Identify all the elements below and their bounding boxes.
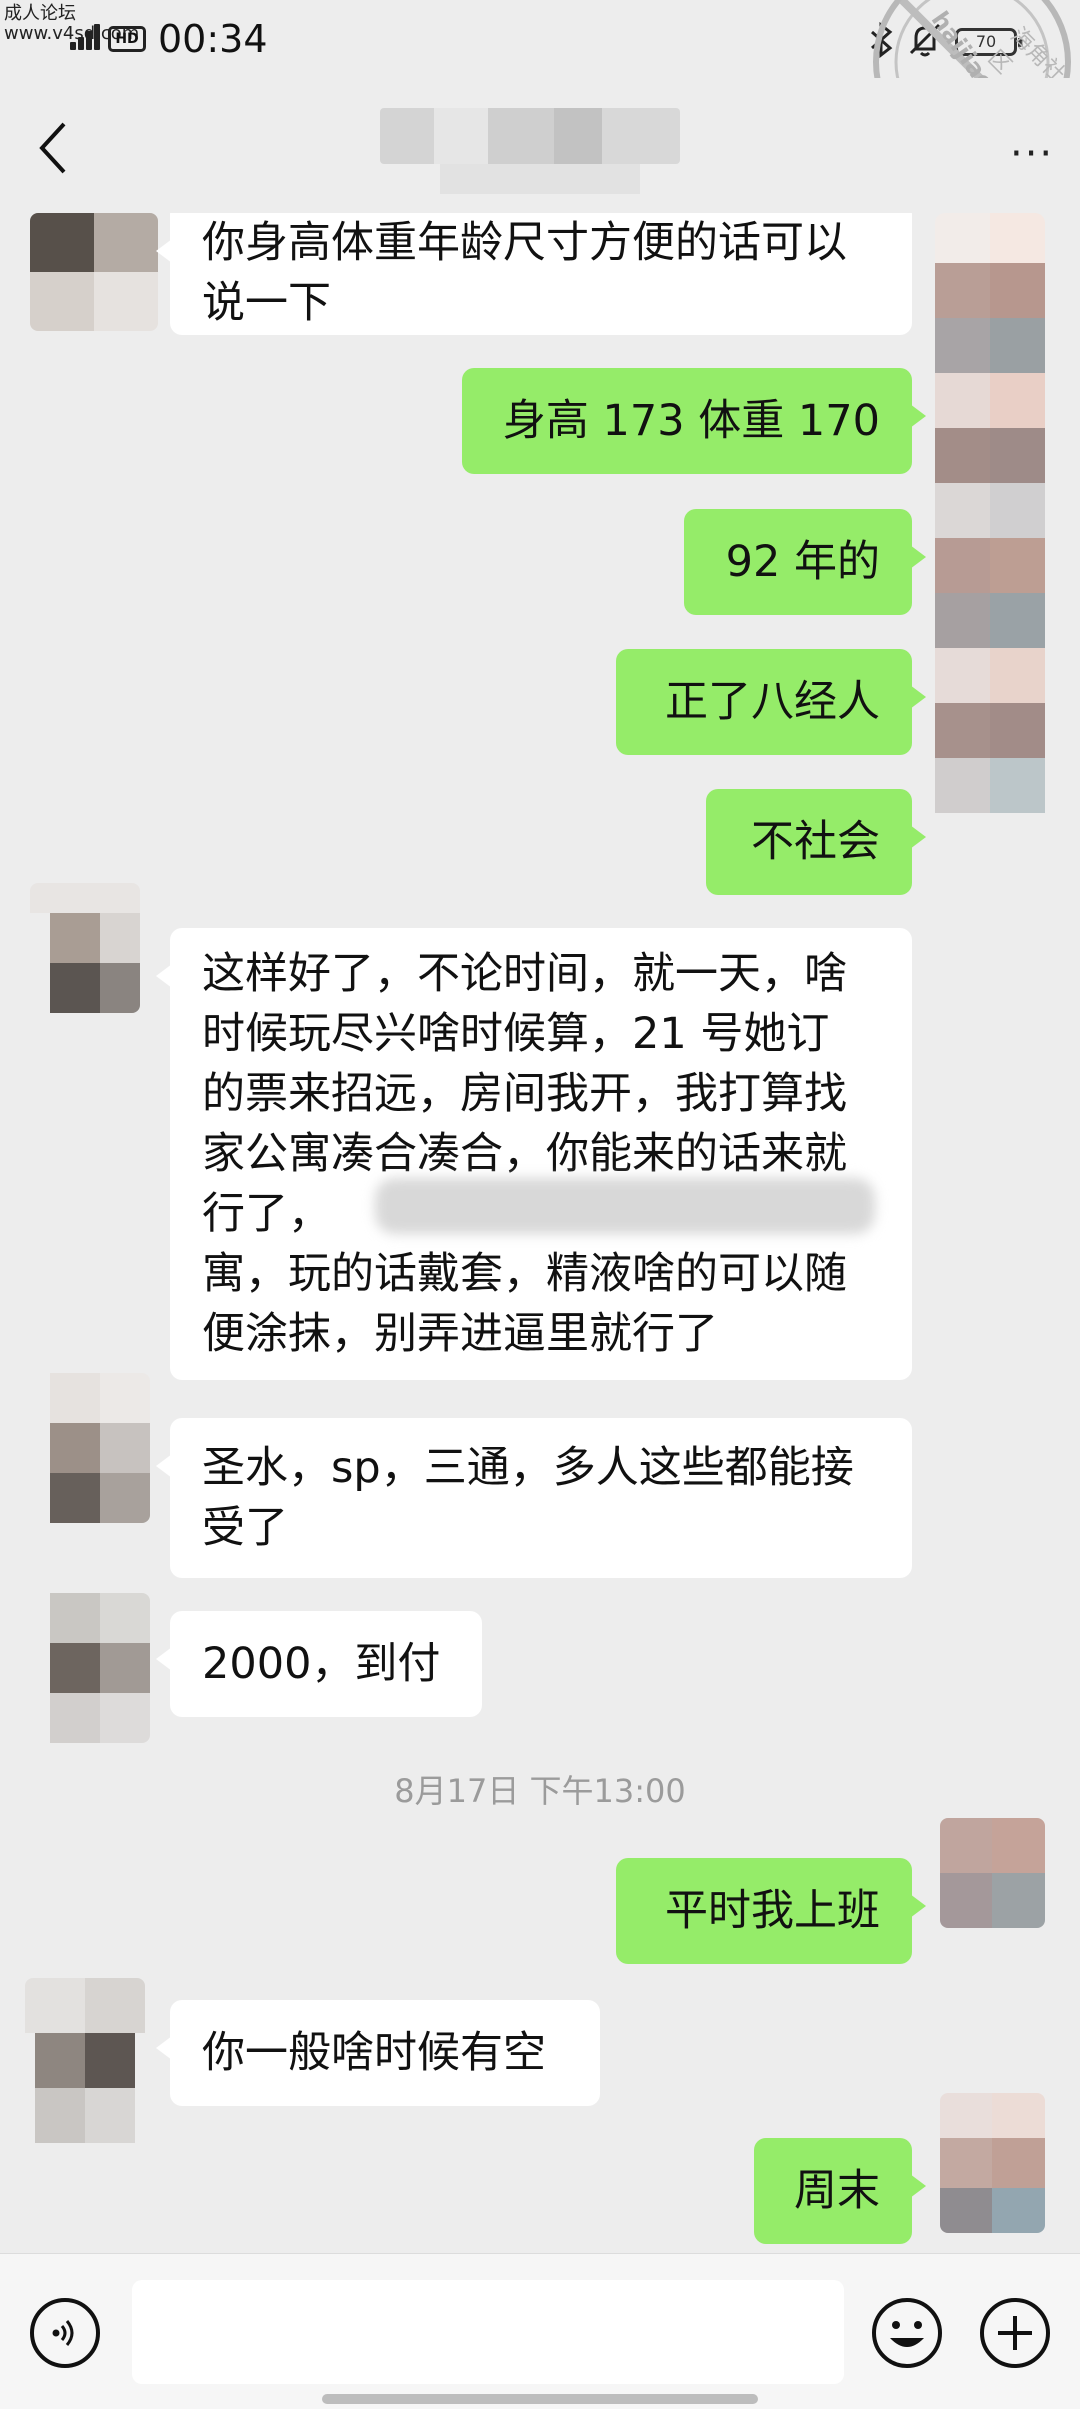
my-avatar[interactable] (935, 213, 1045, 933)
message-bubble-outgoing[interactable]: 平时我上班 (616, 1858, 926, 1964)
chat-title-blurred (380, 108, 680, 164)
message-line: 正了八经人 (665, 677, 880, 727)
message-timestamp: 8月17日 下午13:00 (394, 1772, 686, 1810)
my-avatar[interactable] (940, 2093, 1045, 2233)
signal-icon (70, 24, 102, 50)
message-bubble-outgoing[interactable]: 不社会 (706, 789, 926, 895)
message-input[interactable] (132, 2280, 844, 2384)
message-line: 2000，到付 (202, 1639, 441, 1689)
message-list[interactable]: 你身高体重年龄尺寸方便的话可以 说一下 身高 173 体重 170 92 年的 … (0, 213, 1080, 2253)
message-line: 受了 (202, 1503, 288, 1553)
chat-title-blurred-bottom (440, 164, 640, 194)
message-bubble-incoming[interactable]: 你一般啥时候有空 (156, 2000, 600, 2106)
message-line: 你身高体重年龄尺寸方便的话可以 (202, 218, 847, 268)
message-bubble-outgoing[interactable]: 正了八经人 (616, 649, 926, 755)
message-line: 平时我上班 (665, 1886, 880, 1936)
message-line: 寓，玩的话戴套，精液啥的可以随 (202, 1249, 847, 1299)
message-line: 92 年的 (725, 537, 880, 587)
message-bubble-incoming[interactable]: 你身高体重年龄尺寸方便的话可以 说一下 (156, 213, 912, 335)
contact-avatar[interactable] (30, 1373, 150, 1523)
redacted-text-blur (375, 1178, 875, 1234)
my-avatar[interactable] (940, 1818, 1045, 1928)
message-line: 不社会 (751, 817, 880, 867)
chat-header: ··· (0, 78, 1080, 213)
message-line: 你一般啥时候有空 (202, 2028, 546, 2078)
plus-icon[interactable] (978, 2296, 1052, 2370)
message-line: 身高 173 体重 170 (502, 396, 880, 446)
message-line: 圣水，sp，三通，多人这些都能接 (202, 1443, 854, 1493)
message-line: 时候玩尽兴啥时候算，21 号她订 (202, 1009, 830, 1059)
contact-avatar[interactable] (25, 1978, 145, 2143)
message-bubble-outgoing[interactable]: 92 年的 (684, 509, 926, 615)
contact-avatar[interactable] (30, 213, 158, 331)
contact-avatar[interactable] (30, 1593, 150, 1743)
message-bubble-incoming[interactable]: 2000，到付 (156, 1611, 482, 1717)
message-bubble-incoming[interactable]: 这样好了，不论时间，就一天，啥 时候玩尽兴啥时候算，21 号她订 的票来招远，房… (156, 928, 912, 1380)
home-indicator[interactable] (322, 2394, 758, 2404)
message-bubble-outgoing[interactable]: 周末 (754, 2138, 926, 2244)
contact-avatar[interactable] (30, 883, 140, 1013)
message-line: 这样好了，不论时间，就一天，啥 (202, 949, 847, 999)
hd-badge: HD (108, 26, 146, 52)
message-line: 家公寓凑合凑合，你能来的话来就 (202, 1129, 847, 1179)
status-time: 00:34 (158, 17, 268, 61)
watermark-line1: 成人论坛 (4, 3, 76, 24)
back-arrow-icon[interactable] (30, 118, 80, 178)
more-options-icon[interactable]: ··· (1010, 134, 1054, 174)
message-line: 说一下 (202, 278, 331, 328)
voice-icon[interactable] (30, 2298, 100, 2368)
emoji-icon[interactable] (870, 2296, 944, 2370)
message-line: 周末 (794, 2166, 880, 2216)
message-line: 便涂抹，别弄进逼里就行了 (202, 1309, 718, 1359)
message-bubble-outgoing[interactable]: 身高 173 体重 170 (462, 368, 926, 474)
message-bubble-incoming[interactable]: 圣水，sp，三通，多人这些都能接 受了 (156, 1418, 912, 1578)
input-bar (0, 2253, 1080, 2409)
message-line: 的票来招远，房间我开，我打算找 (202, 1069, 847, 1119)
